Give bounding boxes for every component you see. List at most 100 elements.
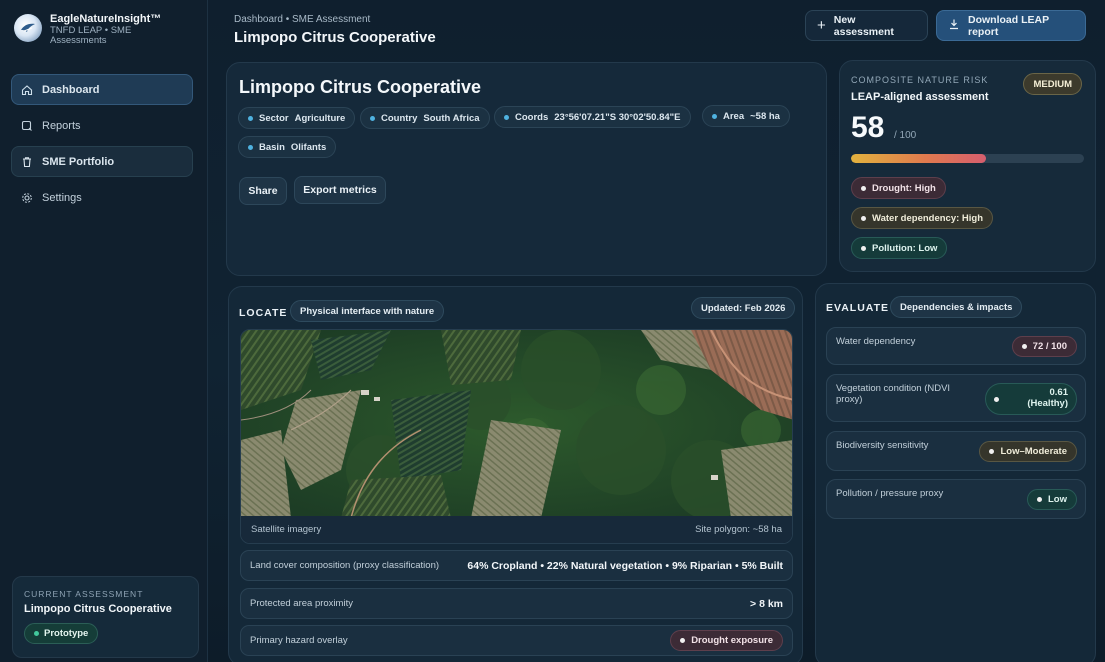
risk-label: COMPOSITE NATURE RISK [851,75,989,85]
sidebar-item-dashboard[interactable]: Dashboard [11,74,193,105]
ndvi-status: (Healthy) [1027,398,1068,409]
tag-dot-icon [989,449,995,454]
tag-text: Drought exposure [691,635,773,646]
composite-risk-panel: COMPOSITE NATURE RISK LEAP-aligned asses… [839,60,1096,272]
tag-text: Low–Moderate [1000,446,1067,457]
sidebar-item-sme-portfolio[interactable]: SME Portfolio [11,146,193,177]
updated-badge: Updated: Feb 2026 [691,297,796,319]
risk-progress-fill [851,154,987,163]
water-dependency-tag: Water dependency: High [851,207,994,229]
satellite-imagery-label: Satellite imagery [251,524,322,535]
home-icon [21,84,33,96]
country-chip: Country South Africa [360,107,490,129]
basin-chip: Basin Olifants [238,136,337,158]
tag-text: Low [1048,494,1067,505]
water-dependency-score: 72 / 100 [1011,336,1077,357]
tag-text: 72 / 100 [1032,341,1067,352]
land-cover-row: Land cover composition (proxy classifica… [240,550,793,581]
satellite-imagery-map[interactable]: Satellite imagery Site polygon: ~58 ha [240,329,793,544]
biodiversity-row: Biodiversity sensitivity Low–Moderate [826,431,1086,471]
sidebar-item-label: Settings [42,191,82,204]
tag-dot-icon [680,638,686,643]
sector-chip: Sector Agriculture [238,107,356,129]
current-assessment-name: Limpopo Citrus Cooperative [24,603,172,615]
locate-chip: Physical interface with nature [290,300,445,322]
new-assessment-label: New assessment [833,13,894,38]
tag-dot-icon [861,215,866,221]
evaluate-label: EVALUATE [826,302,890,314]
row-label: Pollution / pressure proxy [836,488,944,499]
vegetation-condition-row: Vegetation condition (NDVI proxy) 0.61 (… [826,374,1086,422]
trash-icon [21,156,33,168]
tag-dot-icon [861,185,866,191]
download-icon [948,18,960,33]
hazard-tag: Drought exposure [670,630,783,651]
page-title: Limpopo Citrus Cooperative [234,29,436,46]
search-icon [21,120,33,132]
chip-dot-icon [712,113,717,119]
sidebar-item-settings[interactable]: Settings [11,182,193,213]
chip-dot-icon [248,115,253,121]
chip-key: Coords [515,111,549,123]
risk-progress-bar [851,154,1084,163]
row-value: > 8 km [750,597,783,610]
biodiversity-tag: Low–Moderate [979,441,1077,462]
new-assessment-button[interactable]: + New assessment [805,10,928,41]
water-dependency-row: Water dependency 72 / 100 [826,327,1086,365]
sidebar-item-label: SME Portfolio [42,155,115,168]
site-polygon-label: Site polygon: ~58 ha [695,524,782,535]
chip-value: Agriculture [294,112,346,124]
sidebar-item-label: Reports [42,119,81,132]
pollution-tag: Pollution: Low [851,237,948,259]
brand-name: EagleNatureInsight™ [50,13,162,25]
row-label: Water dependency [836,336,916,347]
chip-value: South Africa [423,112,480,124]
breadcrumb: Dashboard • SME Assessment [234,14,371,25]
eagle-logo-icon [14,14,42,42]
row-label: Primary hazard overlay [250,635,348,646]
status-text: Prototype [44,628,89,639]
pollution-proxy-row: Pollution / pressure proxy Low [826,479,1086,519]
row-label: Vegetation condition (NDVI proxy) [836,383,951,405]
evaluate-chip: Dependencies & impacts [890,296,1023,318]
chip-key: Basin [259,141,285,153]
chip-key: Sector [259,112,289,124]
risk-score-max: / 100 [894,130,917,141]
cooperative-panel: Limpopo Citrus Cooperative Sector Agricu… [226,62,827,276]
locate-label: LOCATE [239,307,288,319]
tag-dot-icon [1037,497,1042,502]
tag-dot-icon [861,245,866,251]
tag-text: Pollution: Low [872,242,938,254]
chip-dot-icon [370,115,375,121]
chip-key: Area [723,110,745,122]
row-label: Biodiversity sensitivity [836,440,929,451]
row-label: Protected area proximity [250,598,353,609]
tag-dot-icon [1021,344,1027,349]
drought-tag: Drought: High [851,177,946,199]
download-report-button[interactable]: Download LEAP report [936,10,1086,41]
cooperative-title: Limpopo Citrus Cooperative [239,77,482,97]
current-assessment-card[interactable]: CURRENT ASSESSMENT Limpopo Citrus Cooper… [12,576,199,658]
export-metrics-button[interactable]: Export metrics [294,176,386,204]
row-value: 64% Cropland • 22% Natural vegetation • … [467,559,783,572]
sidebar-item-reports[interactable]: Reports [11,110,193,141]
gear-icon [21,192,33,204]
locate-panel: LOCATE Physical interface with nature Up… [228,286,803,662]
current-assessment-label: CURRENT ASSESSMENT [24,589,144,599]
share-button[interactable]: Share [239,177,287,205]
download-report-label: Download LEAP report [968,13,1049,38]
status-badge: Prototype [24,623,99,644]
area-chip: Area ~58 ha [702,105,790,127]
tag-text: Drought: High [872,182,936,194]
chip-dot-icon [504,114,509,120]
status-dot-icon [34,631,39,636]
chip-dot-icon [248,144,253,150]
ndvi-value-tag: 0.61 (Healthy) [985,383,1077,415]
risk-subtitle: LEAP-aligned assessment [851,91,989,103]
chip-key: Country [381,112,418,124]
chip-value: ~58 ha [750,110,780,122]
brand[interactable]: EagleNatureInsight™ TNFD LEAP • SME Asse… [14,13,162,45]
hazard-row: Primary hazard overlay Drought exposure [240,625,793,656]
protected-area-row: Protected area proximity > 8 km [240,588,793,619]
row-label: Land cover composition (proxy classifica… [250,560,440,571]
